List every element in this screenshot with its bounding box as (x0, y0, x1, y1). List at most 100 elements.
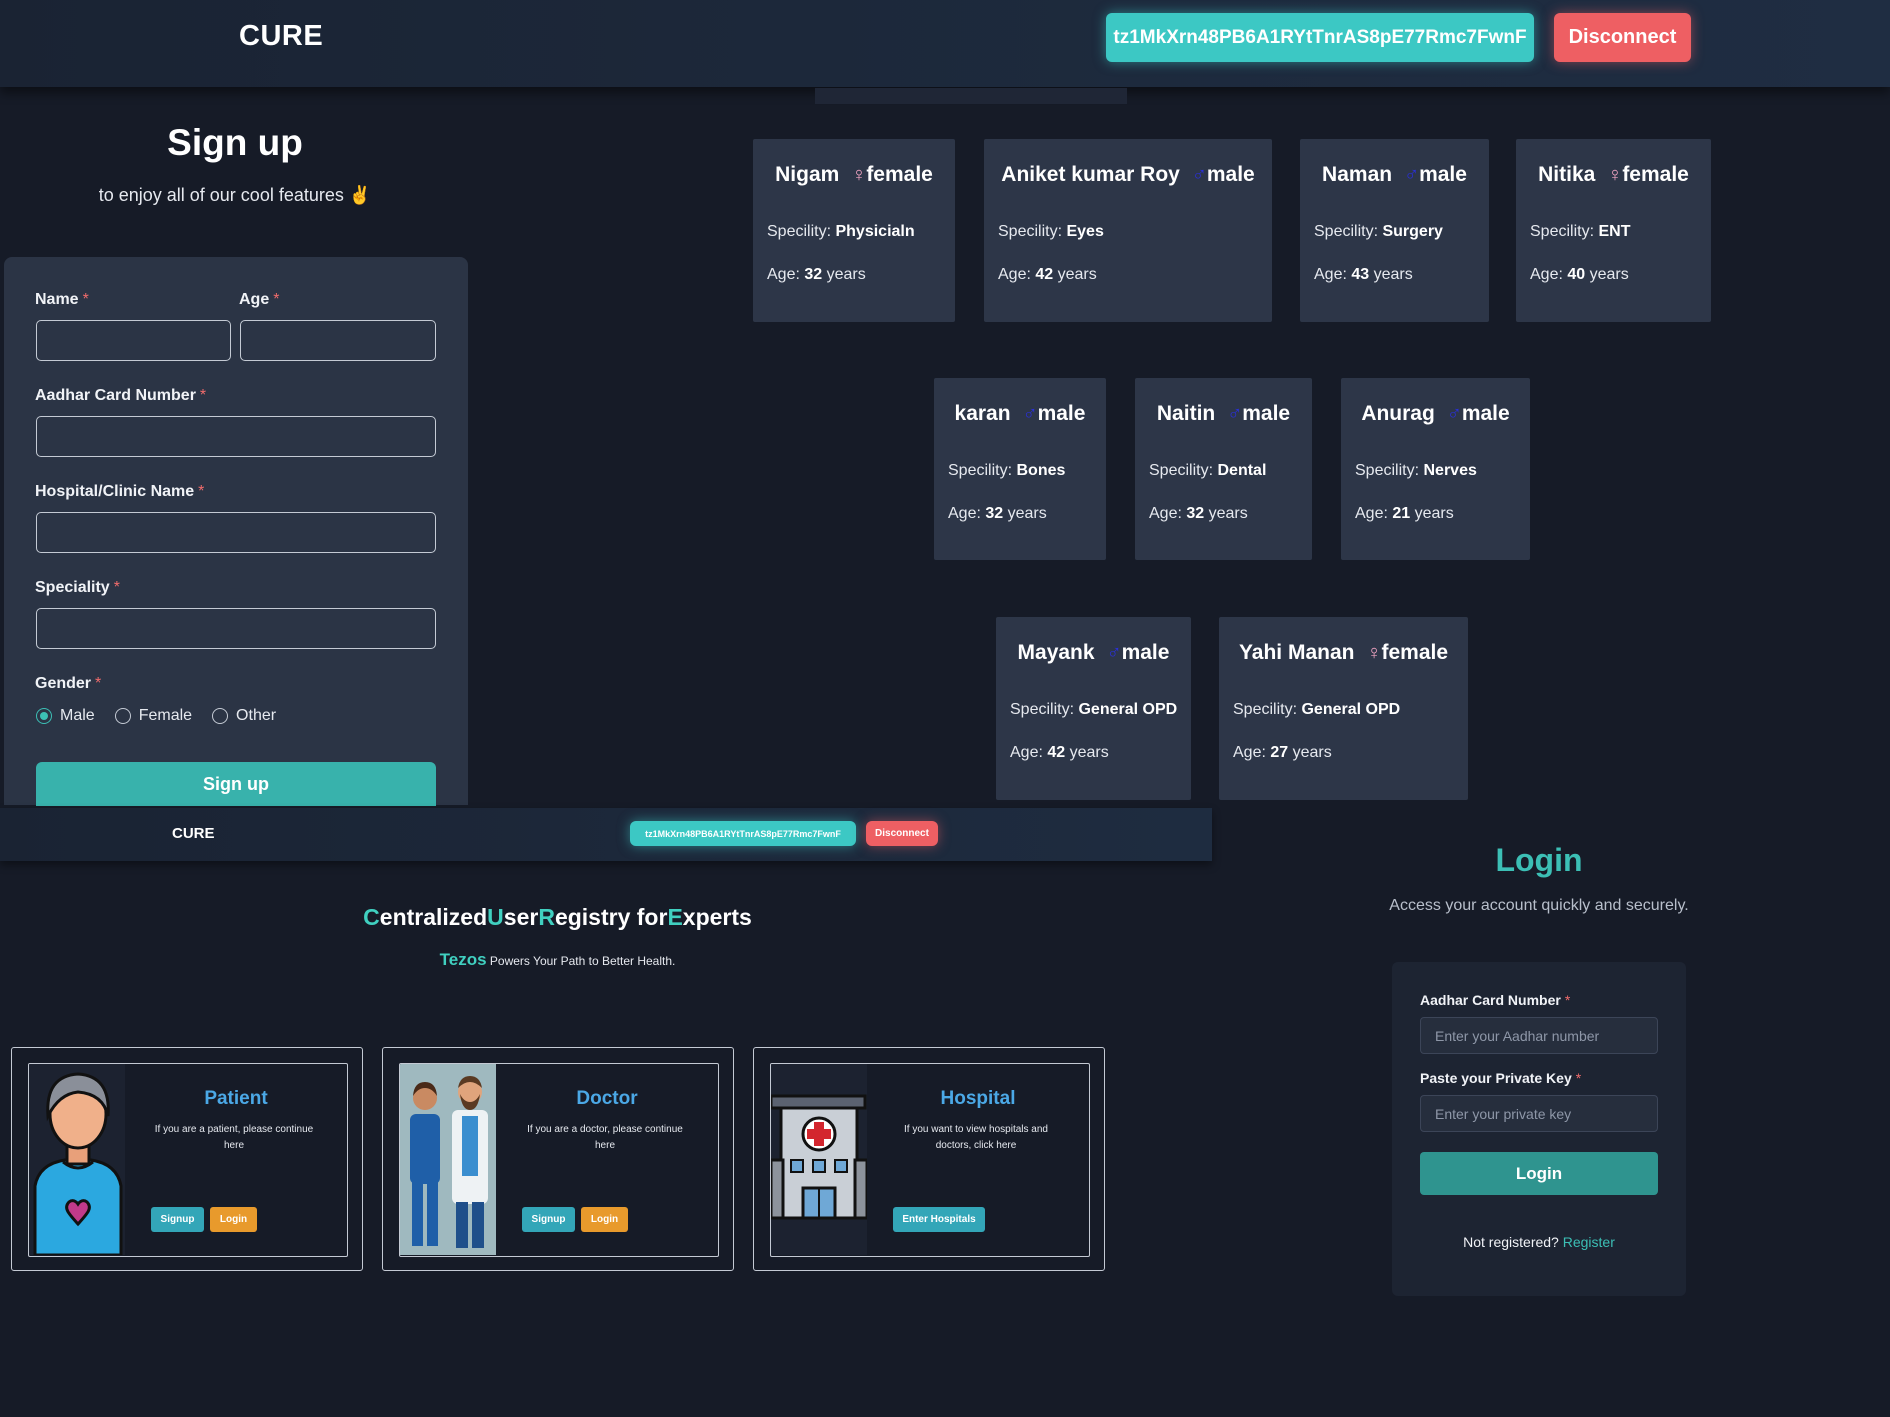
signup-subtitle: to enjoy all of our cool features ✌️ (98, 185, 372, 205)
doctor-name: Naman (1322, 163, 1393, 186)
gender-other-radio[interactable]: Other (212, 707, 276, 725)
doctor-card[interactable]: Yahi Manan ♀ female Specility: General OPD… (1219, 617, 1468, 800)
doctor-speciality: Specility: ENT (1530, 223, 1631, 240)
private-key-label: Paste your Private Key * (1420, 1070, 1582, 1086)
role-title: Hospital (940, 1088, 1016, 1109)
doctor-name: Yahi Manan (1238, 641, 1355, 664)
disconnect-button[interactable]: Disconnect (1554, 13, 1691, 62)
doctor-speciality: Specility: Dental (1149, 462, 1267, 479)
speciality-input[interactable] (36, 608, 436, 649)
doctor-gender: male (1206, 163, 1255, 186)
age-input[interactable] (240, 320, 436, 361)
doctor-age: Age: 32 years (948, 505, 1047, 522)
doctor-age: Age: 32 years (767, 266, 866, 283)
male-icon: ♂ (1446, 403, 1462, 425)
doctor-gender: male (1461, 402, 1510, 425)
doctor-speciality: Specility: Nerves (1355, 462, 1477, 479)
doctor-card[interactable]: Aniket kumar Roy ♂ male Specility: Eyes Ag… (984, 139, 1272, 322)
doctor-name: Aniket kumar Roy (1001, 163, 1180, 186)
doctor-name: Anurag (1361, 402, 1435, 425)
doctor-card[interactable]: karan ♂ male Specility: Bones Age: 32 year… (934, 378, 1106, 560)
login-title: Login (1495, 842, 1583, 878)
doctor-name: Mayank (1017, 641, 1095, 664)
doctor-name: Nitika (1538, 163, 1596, 186)
role-description: If you are a doctor, please continue her… (527, 1124, 683, 1151)
doctor-card[interactable]: Anurag ♂ male Specility: Nerves Age: 21 ye… (1341, 378, 1530, 560)
doctor-gender: male (1242, 402, 1291, 425)
doctor-age: Age: 43 years (1314, 266, 1413, 283)
doctor-gender: male (1121, 641, 1170, 664)
patient-role-card: Patient If you are a patient, please con… (11, 1047, 363, 1271)
male-icon: ♂ (1404, 164, 1420, 186)
app-logo[interactable]: CURE (172, 825, 215, 842)
doctor-age: Age: 27 years (1233, 744, 1332, 761)
role-title: Doctor (576, 1088, 638, 1109)
aadhar-label: Aadhar Card Number * (1420, 992, 1571, 1008)
gender-label: Gender * (35, 675, 102, 692)
hospital-role-card: Hospital If you want to view hospitals a… (753, 1047, 1105, 1271)
gender-radio-group: Male Female Other (36, 707, 296, 725)
doctor-gender: female (866, 163, 933, 186)
signup-button[interactable]: Sign up (36, 762, 436, 806)
signup-title: Sign up (167, 122, 303, 163)
enter-hospitals-button[interactable]: Enter Hospitals (893, 1207, 985, 1232)
header-divider (815, 88, 1127, 104)
gender-female-radio[interactable]: Female (114, 707, 192, 725)
patient-login-button[interactable]: Login (210, 1207, 257, 1232)
top-header: CURE tz1MkXrn48PB6A1RYtTnrAS8pE77Rmc7Fwn… (0, 0, 1890, 87)
male-icon: ♂ (1022, 403, 1038, 425)
login-subtitle: Access your account quickly and securely… (1389, 897, 1689, 914)
patient-signup-button[interactable]: Signup (151, 1207, 204, 1232)
doctor-age: Age: 21 years (1355, 505, 1454, 522)
secondary-header: CURE tz1MkXrn48PB6A1RYtTnrAS8pE77Rmc7Fwn… (0, 808, 1212, 861)
name-input[interactable] (36, 320, 231, 361)
aadhar-input[interactable] (36, 416, 436, 457)
doctor-card[interactable]: Naitin ♂ male Specility: Dental Age: 32 ye… (1135, 378, 1312, 560)
doctor-speciality: Specility: Physicialn (767, 223, 915, 240)
doctor-gender: male (1419, 163, 1467, 186)
private-key-input[interactable]: Enter your private key (1420, 1095, 1658, 1132)
doctor-age: Age: 42 years (1010, 744, 1109, 761)
patient-illustration (29, 1064, 125, 1255)
doctor-speciality: Specility: Bones (948, 462, 1066, 479)
wallet-address-button[interactable]: tz1MkXrn48PB6A1RYtTnrAS8pE77Rmc7FwnF (630, 821, 856, 846)
role-description: If you are a patient, please continue he… (154, 1124, 314, 1151)
male-icon: ♂ (1191, 164, 1207, 186)
doctor-speciality: Specility: General OPD (1010, 701, 1178, 718)
doctor-speciality: Specility: Eyes (998, 223, 1104, 240)
tezos-subtitle: Tezos Powers Your Path to Better Health. (439, 950, 676, 969)
aadhar-input[interactable]: Enter your Aadhar number (1420, 1017, 1658, 1054)
wallet-address-button[interactable]: tz1MkXrn48PB6A1RYtTnrAS8pE77Rmc7FwnF (1106, 13, 1534, 62)
disconnect-button[interactable]: Disconnect (866, 821, 938, 846)
doctor-card[interactable]: Nitika ♀ female Specility: ENT Age: 40 yea… (1516, 139, 1711, 322)
female-icon: ♀ (1607, 164, 1623, 186)
doctor-name: karan (954, 402, 1011, 425)
doctor-name: Nigam (775, 163, 840, 186)
gender-male-radio[interactable]: Male (36, 707, 95, 725)
register-prompt: Not registered? Register (1463, 1234, 1615, 1250)
doctor-login-button[interactable]: Login (581, 1207, 628, 1232)
role-title: Patient (204, 1088, 268, 1109)
male-icon: ♂ (1227, 403, 1243, 425)
app-logo[interactable]: CURE (239, 20, 323, 53)
doctor-speciality: Specility: Surgery (1314, 223, 1443, 240)
doctor-age: Age: 32 years (1149, 505, 1248, 522)
speciality-label: Speciality * (35, 579, 120, 596)
doctor-age: Age: 40 years (1530, 266, 1629, 283)
login-button[interactable]: Login (1420, 1152, 1658, 1195)
hospital-input[interactable] (36, 512, 436, 553)
doctor-age: Age: 42 years (998, 266, 1097, 283)
doctor-illustration (400, 1064, 496, 1255)
female-icon: ♀ (851, 164, 867, 186)
doctor-card[interactable]: Mayank ♂ male Specility: General OPD Age: … (996, 617, 1191, 800)
doctor-card[interactable]: Nigam ♀ female Specility: Physicialn Age: … (753, 139, 955, 322)
aadhar-label: Aadhar Card Number * (35, 387, 207, 404)
register-link[interactable]: Register (1563, 1234, 1615, 1250)
doctor-role-card: Doctor If you are a doctor, please conti… (382, 1047, 734, 1271)
doctor-card[interactable]: Naman ♂ male Specility: Surgery Age: 43 ye… (1300, 139, 1489, 322)
name-label: Name * (35, 291, 89, 308)
doctor-name: Naitin (1156, 402, 1216, 425)
doctor-speciality: Specility: General OPD (1233, 701, 1401, 718)
doctor-gender: female (1381, 641, 1449, 664)
doctor-signup-button[interactable]: Signup (522, 1207, 575, 1232)
